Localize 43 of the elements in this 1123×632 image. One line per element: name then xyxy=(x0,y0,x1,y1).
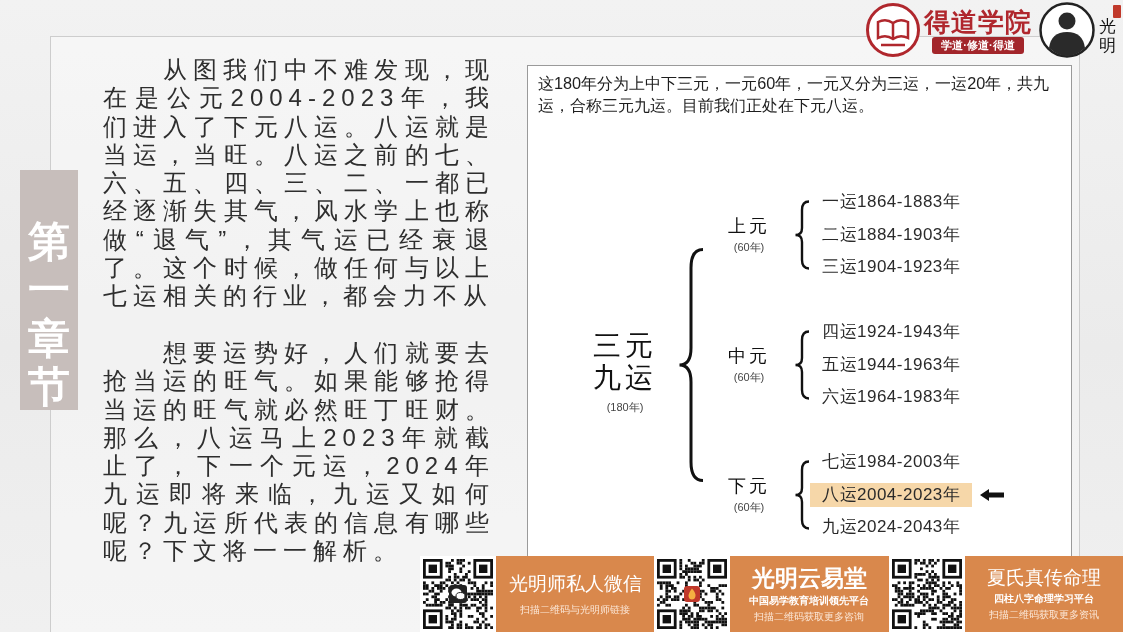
qr-code-icon xyxy=(420,556,496,632)
era-span: (60年) xyxy=(733,370,765,386)
brace-icon xyxy=(794,199,810,270)
promo-tagline: 中国易学教育培训领先平台 xyxy=(749,594,870,607)
period-label: 五运1944-1963年 xyxy=(821,353,962,376)
left-arrow-icon xyxy=(980,488,1005,501)
book-icon xyxy=(866,3,920,57)
period-label: 一运1864-1883年 xyxy=(821,191,962,214)
brand-name: 得道学院 xyxy=(924,6,1032,37)
period-label: 二运1884-1903年 xyxy=(821,223,962,246)
brace-icon xyxy=(794,459,810,530)
teacher-name: 光明 xyxy=(1099,17,1116,56)
chat-icon xyxy=(449,585,467,603)
era-title: 下元 xyxy=(728,475,770,499)
era-span: (60年) xyxy=(733,500,765,516)
flame-icon xyxy=(684,586,701,602)
period-label: 四运1924-1943年 xyxy=(821,321,962,344)
promo-tagline: 四柱八字命理学习平台 xyxy=(993,592,1094,605)
brace-icon xyxy=(678,247,704,482)
body-paragraph: 想要运势好，人们就要去抢当运的旺气。如果能够抢得当运的旺气就必然旺丁旺财。那么，八运马上2023年就截止了，下一个元运，2024年九运即将来临，九运又如何呢？九运所代表的信息有哪些呢？下文将一一解析。 xyxy=(103,338,495,566)
chapter-label: 第一章节 xyxy=(20,170,78,410)
promo-title: 光明师私人微信 xyxy=(508,572,642,595)
period-label: 九运2024-2043年 xyxy=(821,516,962,539)
period-label: 八运2004-2023年 xyxy=(810,482,973,507)
promo-title: 夏氏真传命理 xyxy=(986,567,1101,589)
period-label: 三运1904-1923年 xyxy=(821,256,962,279)
body-paragraph: 从图我们中不难发现，现在是公元2004-2023年，我们进入了下元八运。八运就是当运，当旺。八运之前的七、六、五、四、三、二、一都已经逐渐失其气，风水学上也称做“退气”，其气运已经衰退了。这个时候，做任何与以上七运相关的行业，都会力不从 xyxy=(103,56,495,311)
era-title: 上元 xyxy=(728,215,770,239)
promo-note: 扫描二维码获取更多咨询 xyxy=(754,610,865,623)
era-span: (60年) xyxy=(733,240,765,256)
promo-note: 扫描二维码获取更多资讯 xyxy=(988,608,1099,621)
brace-icon xyxy=(794,329,810,400)
promo-title: 光明云易堂 xyxy=(752,565,867,591)
era-title: 中元 xyxy=(728,345,770,369)
cycle-title: 三元九运 xyxy=(592,330,658,395)
period-label: 七运1984-2003年 xyxy=(821,451,962,474)
slogan-badge: 学道·修道·得道 xyxy=(932,36,1024,54)
cycle-span: (180年) xyxy=(606,400,644,416)
seal-icon xyxy=(1113,4,1121,18)
promo-note: 扫描二维码与光明师链接 xyxy=(520,602,631,616)
period-label: 六运1964-1983年 xyxy=(821,386,962,409)
figure-caption: 这180年分为上中下三元，一元60年，一元又分为三运，一运20年，共九运，合称三元九运。目前我们正处在下元八运。 xyxy=(538,73,1051,116)
person-silhouette-icon xyxy=(1038,2,1096,58)
